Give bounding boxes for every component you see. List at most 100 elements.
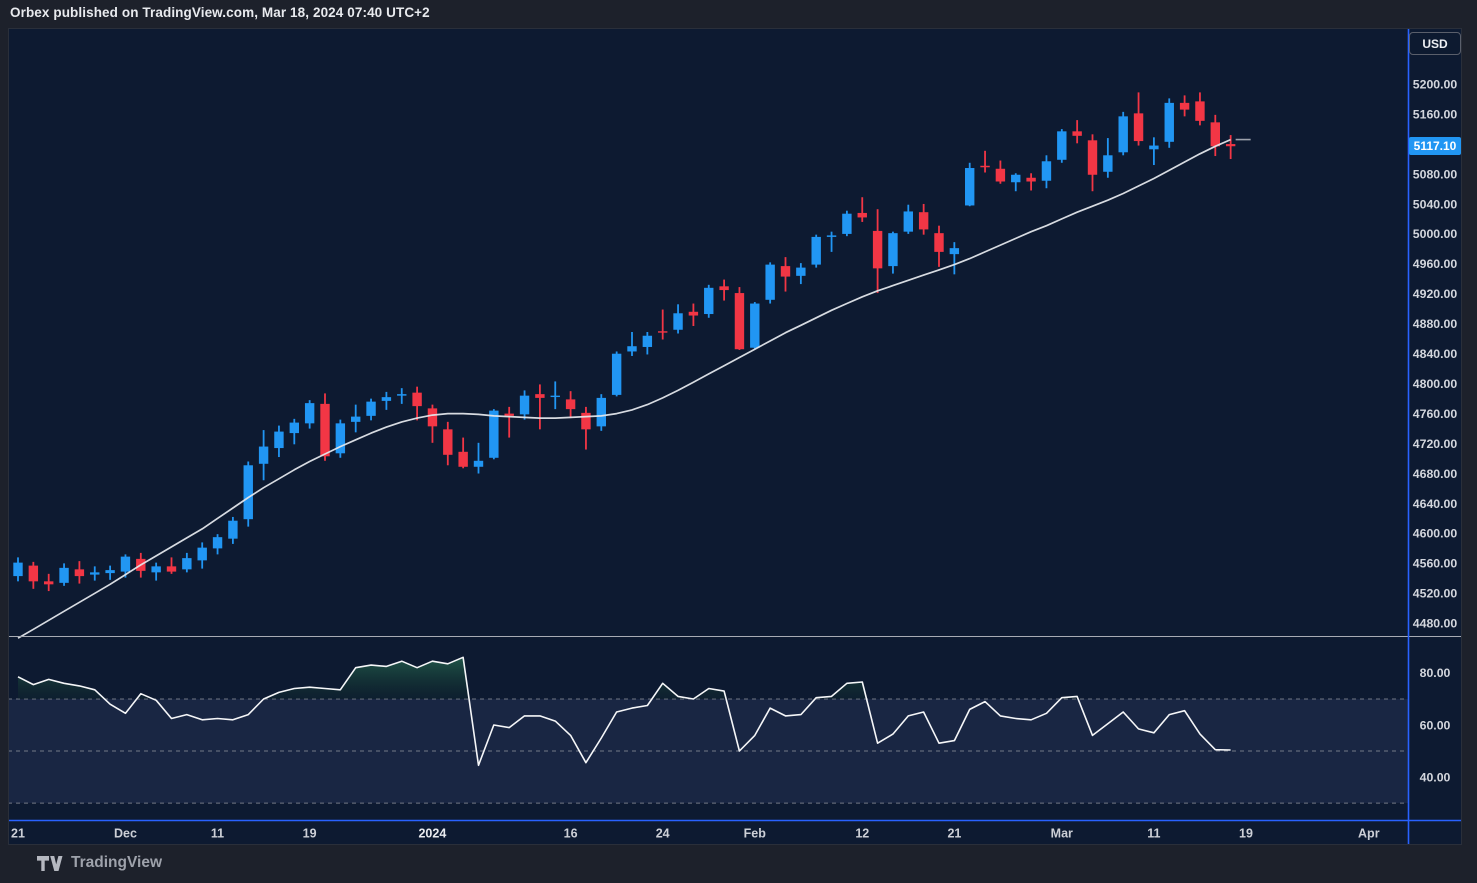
candle-body — [1179, 102, 1190, 110]
candle-body — [243, 465, 253, 520]
candle-body — [934, 233, 944, 252]
price-tick-label: 4560.00 — [1413, 557, 1458, 571]
time-tick-label: 16 — [564, 827, 578, 841]
candle-body — [1225, 144, 1236, 147]
tradingview-logo-icon[interactable] — [36, 855, 63, 872]
price-tick-label: 4800.00 — [1413, 377, 1458, 391]
candle-body — [995, 168, 1006, 182]
candle-body — [658, 331, 668, 333]
candle-body — [673, 313, 683, 330]
candle-body — [397, 394, 407, 396]
candle-body — [59, 567, 69, 583]
candle-body — [105, 570, 115, 574]
chart-canvas[interactable]: 5200.005160.005120.005080.005040.005000.… — [8, 28, 1462, 845]
candle-body — [750, 303, 760, 348]
candle-body — [611, 353, 622, 395]
candle-body — [1103, 155, 1113, 172]
candle-body — [1041, 161, 1052, 181]
tradingview-attribution[interactable]: TradingView — [36, 851, 162, 875]
candle-body — [596, 397, 606, 427]
tradingview-brand-text[interactable]: TradingView — [71, 854, 162, 872]
candle-body — [857, 212, 867, 218]
candle-body — [627, 346, 637, 352]
price-tick-label: 5160.00 — [1413, 107, 1458, 121]
candle-body — [28, 565, 39, 582]
candle-body — [826, 235, 837, 237]
candle-body — [166, 566, 177, 572]
candle-body — [74, 569, 85, 577]
candle-body — [304, 403, 315, 424]
candle-body — [734, 293, 745, 350]
rsi-tick-label: 60.00 — [1420, 718, 1451, 732]
price-tick-label: 4840.00 — [1413, 347, 1458, 361]
candle-body — [980, 165, 990, 168]
price-tick-label: 4920.00 — [1413, 287, 1458, 301]
rsi-tick-label: 40.00 — [1420, 770, 1451, 784]
candle-body — [688, 311, 699, 316]
last-price-badge: 5117.10 — [1409, 137, 1461, 155]
candle-body — [320, 403, 330, 457]
candle-body — [949, 248, 960, 255]
time-tick-label: 12 — [855, 827, 869, 841]
candle-body — [796, 267, 806, 276]
candle-body — [182, 558, 192, 570]
price-tick-label: 5040.00 — [1413, 197, 1458, 211]
price-tick-label: 5200.00 — [1413, 77, 1458, 91]
price-tick-label: 4880.00 — [1413, 317, 1458, 331]
candle-body — [535, 394, 545, 398]
candle-body — [1210, 122, 1220, 147]
candle-body — [13, 562, 23, 577]
candle-body — [1011, 174, 1021, 183]
candle-body — [1164, 102, 1174, 142]
candle-body — [550, 395, 560, 398]
candle-body — [458, 451, 468, 467]
candle-body — [1026, 177, 1036, 182]
candle-body — [381, 397, 392, 401]
currency-button[interactable]: USD — [1409, 32, 1461, 55]
time-tick-label: 19 — [1239, 827, 1253, 841]
candle-body — [289, 422, 299, 434]
candle-body — [258, 446, 269, 464]
candle-body — [473, 460, 484, 467]
candle-body — [704, 287, 714, 315]
price-tick-label: 5080.00 — [1413, 167, 1458, 181]
candle-body — [842, 213, 852, 234]
candle-body — [212, 537, 223, 549]
candle-body — [642, 335, 653, 347]
candle-body — [1133, 113, 1144, 142]
candle-body — [581, 412, 591, 430]
candle-body — [504, 413, 514, 416]
candle-body — [1057, 131, 1067, 160]
time-tick-label: Dec — [114, 827, 137, 841]
candle-body — [780, 266, 791, 277]
candle-body — [1195, 101, 1205, 121]
candle-body — [565, 399, 576, 410]
price-tick-label: 4680.00 — [1413, 467, 1458, 481]
publish-header: Orbex published on TradingView.com, Mar … — [10, 5, 430, 20]
rsi-tick-label: 80.00 — [1420, 666, 1451, 680]
candle-body — [351, 416, 361, 422]
candle-body — [412, 392, 422, 407]
time-tick-label: 19 — [303, 827, 317, 841]
candle-body — [1072, 131, 1082, 136]
candle-body — [427, 408, 438, 427]
price-tick-label: 4480.00 — [1413, 617, 1458, 631]
candle-body — [903, 211, 913, 232]
candle-body — [811, 236, 821, 265]
time-tick-label: 11 — [211, 827, 224, 841]
candle-body — [489, 410, 499, 458]
candle-body — [228, 520, 238, 539]
candle-body — [519, 395, 530, 415]
time-tick-label: 21 — [947, 827, 961, 841]
candle-body — [90, 572, 100, 575]
time-tick-label: Feb — [744, 827, 767, 841]
candle-body — [918, 212, 929, 230]
candle-body — [197, 547, 207, 561]
candle-body — [443, 429, 453, 455]
tradingview-chart-widget[interactable]: 5200.005160.005120.005080.005040.005000.… — [8, 28, 1462, 845]
publish-text: Orbex published on TradingView.com, Mar … — [10, 5, 430, 20]
time-tick-label: Mar — [1051, 827, 1073, 841]
candle-body — [274, 431, 284, 449]
candle-body — [1149, 145, 1159, 150]
price-tick-label: 4640.00 — [1413, 497, 1458, 511]
